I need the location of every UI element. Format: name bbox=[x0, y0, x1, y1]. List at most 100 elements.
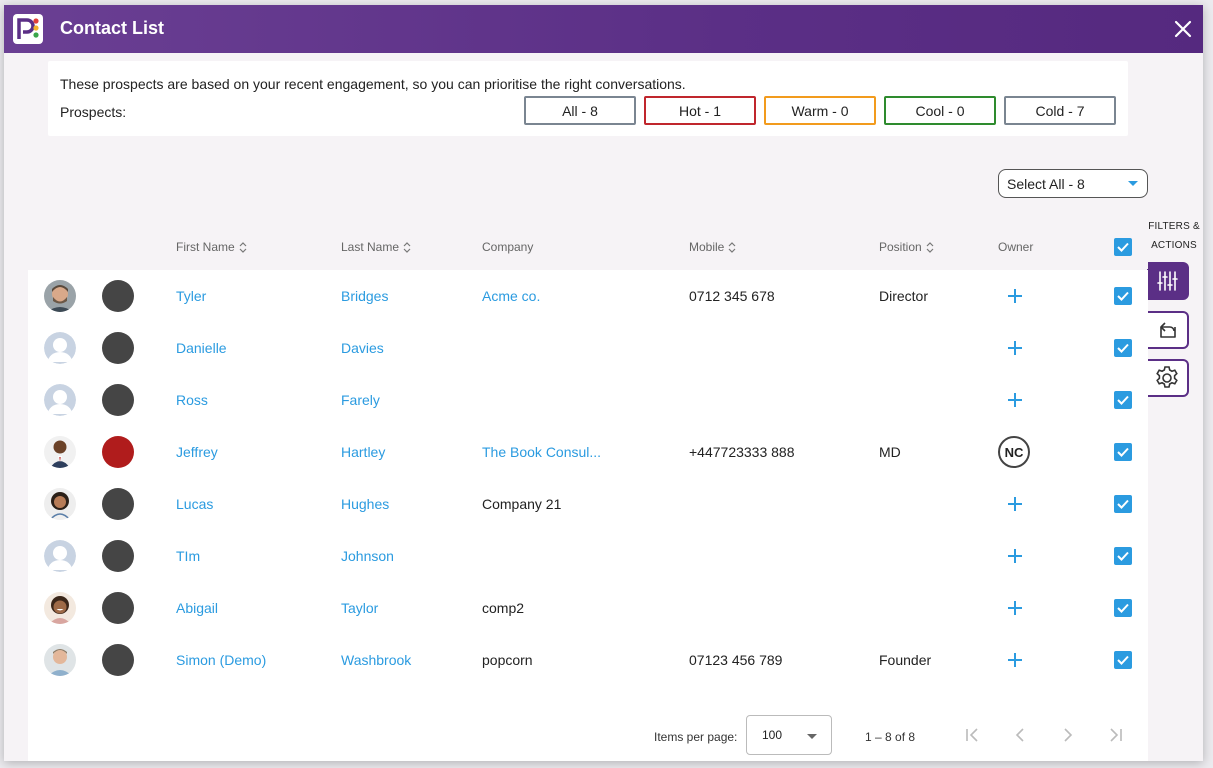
paginator: Items per page: 100 1 – 8 of 8 bbox=[28, 713, 1148, 761]
last-page-icon[interactable] bbox=[1106, 725, 1126, 745]
table-row[interactable]: Danielle Davies bbox=[28, 322, 1148, 374]
last-name-link[interactable]: Farely bbox=[341, 392, 380, 408]
filter-all-button[interactable]: All - 8 bbox=[524, 96, 636, 125]
position-cell: MD bbox=[879, 444, 901, 460]
check-icon bbox=[1117, 603, 1129, 613]
previous-page-icon[interactable] bbox=[1010, 725, 1030, 745]
status-indicator bbox=[102, 488, 134, 520]
add-owner-icon[interactable] bbox=[1005, 286, 1025, 306]
status-indicator bbox=[102, 644, 134, 676]
status-indicator bbox=[102, 332, 134, 364]
prospects-description: These prospects are based on your recent… bbox=[60, 76, 686, 92]
status-indicator bbox=[102, 384, 134, 416]
check-icon bbox=[1117, 395, 1129, 405]
first-name-link[interactable]: Danielle bbox=[176, 340, 227, 356]
row-checkbox[interactable] bbox=[1114, 495, 1132, 513]
select-all-checkbox[interactable] bbox=[1114, 238, 1132, 256]
avatar bbox=[44, 488, 76, 520]
table-body: Tyler Bridges Acme co. 0712 345 678 Director… bbox=[28, 270, 1148, 761]
select-all-dropdown[interactable]: Select All - 8 bbox=[998, 169, 1148, 198]
table-row[interactable]: Abigail Taylor comp2 bbox=[28, 582, 1148, 634]
close-icon[interactable] bbox=[1171, 17, 1195, 41]
first-name-link[interactable]: Ross bbox=[176, 392, 208, 408]
table-row[interactable]: Tyler Bridges Acme co. 0712 345 678 Director bbox=[28, 270, 1148, 322]
last-name-link[interactable]: Bridges bbox=[341, 288, 388, 304]
last-name-link[interactable]: Davies bbox=[341, 340, 384, 356]
last-name-link[interactable]: Washbrook bbox=[341, 652, 411, 668]
company-cell[interactable]: Acme co. bbox=[482, 288, 540, 304]
add-owner-icon[interactable] bbox=[1005, 546, 1025, 566]
header-owner-label: Owner bbox=[998, 240, 1034, 254]
table-row[interactable]: Lucas Hughes Company 21 bbox=[28, 478, 1148, 530]
first-name-link[interactable]: Simon (Demo) bbox=[176, 652, 266, 668]
filter-cool-button[interactable]: Cool - 0 bbox=[884, 96, 996, 125]
header-mobile[interactable]: Mobile bbox=[689, 240, 736, 254]
select-all-label: Select All - 8 bbox=[1007, 175, 1085, 192]
add-owner-icon[interactable] bbox=[1005, 390, 1025, 410]
export-button[interactable] bbox=[1147, 311, 1189, 349]
last-name-link[interactable]: Hartley bbox=[341, 444, 385, 460]
row-checkbox[interactable] bbox=[1114, 443, 1132, 461]
table-row[interactable]: Ross Farely bbox=[28, 374, 1148, 426]
next-page-icon[interactable] bbox=[1058, 725, 1078, 745]
header-mobile-label: Mobile bbox=[689, 240, 725, 254]
company-cell[interactable]: The Book Consul... bbox=[482, 444, 601, 460]
row-checkbox[interactable] bbox=[1114, 391, 1132, 409]
avatar bbox=[44, 540, 76, 572]
add-owner-icon[interactable] bbox=[1005, 338, 1025, 358]
company-cell: Company 21 bbox=[482, 496, 562, 512]
export-icon bbox=[1160, 322, 1176, 338]
avatar bbox=[44, 332, 76, 364]
first-name-link[interactable]: Tyler bbox=[176, 288, 206, 304]
add-owner-icon[interactable] bbox=[1005, 650, 1025, 670]
check-icon bbox=[1117, 242, 1129, 252]
position-cell: Director bbox=[879, 288, 929, 304]
row-checkbox[interactable] bbox=[1114, 287, 1132, 305]
first-page-icon[interactable] bbox=[962, 725, 982, 745]
avatar bbox=[44, 384, 76, 416]
table-row[interactable]: Simon (Demo) Washbrook popcorn 07123 456 78… bbox=[28, 634, 1148, 686]
add-owner-icon[interactable] bbox=[1005, 494, 1025, 514]
filter-warm-button[interactable]: Warm - 0 bbox=[764, 96, 876, 125]
row-checkbox[interactable] bbox=[1114, 599, 1132, 617]
company-cell: comp2 bbox=[482, 600, 525, 616]
filters-icon bbox=[1157, 271, 1178, 291]
first-name-link[interactable]: Lucas bbox=[176, 496, 213, 512]
header-last-name-label: Last Name bbox=[341, 240, 400, 254]
last-name-link[interactable]: Taylor bbox=[341, 600, 378, 616]
last-name-link[interactable]: Hughes bbox=[341, 496, 389, 512]
check-icon bbox=[1117, 551, 1129, 561]
mobile-cell: 0712 345 678 bbox=[689, 288, 775, 304]
add-owner-icon[interactable] bbox=[1005, 598, 1025, 618]
row-checkbox[interactable] bbox=[1114, 547, 1132, 565]
table-row[interactable]: TIm Johnson bbox=[28, 530, 1148, 582]
status-indicator bbox=[102, 540, 134, 572]
mobile-cell: 07123 456 789 bbox=[689, 652, 783, 668]
first-name-link[interactable]: TIm bbox=[176, 548, 200, 564]
header-company: Company bbox=[482, 240, 533, 254]
avatar bbox=[44, 280, 76, 312]
row-checkbox[interactable] bbox=[1114, 651, 1132, 669]
sort-icon bbox=[926, 241, 934, 253]
settings-button[interactable] bbox=[1147, 359, 1189, 397]
filters-button[interactable] bbox=[1147, 262, 1189, 300]
header-last-name[interactable]: Last Name bbox=[341, 240, 411, 254]
filter-cold-button[interactable]: Cold - 7 bbox=[1004, 96, 1116, 125]
filter-hot-button[interactable]: Hot - 1 bbox=[644, 96, 756, 125]
header-first-name[interactable]: First Name bbox=[176, 240, 247, 254]
chevron-down-icon bbox=[807, 734, 817, 739]
last-name-link[interactable]: Johnson bbox=[341, 548, 394, 564]
owner-badge[interactable]: NC bbox=[998, 436, 1030, 468]
row-checkbox[interactable] bbox=[1114, 339, 1132, 357]
first-name-link[interactable]: Jeffrey bbox=[176, 444, 218, 460]
sort-icon bbox=[239, 241, 247, 253]
items-per-page-select[interactable]: 100 bbox=[746, 715, 832, 755]
avatar bbox=[44, 644, 76, 676]
header-position[interactable]: Position bbox=[879, 240, 934, 254]
header-company-label: Company bbox=[482, 240, 534, 254]
header-first-name-label: First Name bbox=[176, 240, 235, 254]
first-name-link[interactable]: Abigail bbox=[176, 600, 218, 616]
table-row[interactable]: Jeffrey Hartley The Book Consul... +4477233… bbox=[28, 426, 1148, 478]
avatar bbox=[44, 436, 76, 468]
mobile-cell: +447723333 888 bbox=[689, 444, 795, 460]
